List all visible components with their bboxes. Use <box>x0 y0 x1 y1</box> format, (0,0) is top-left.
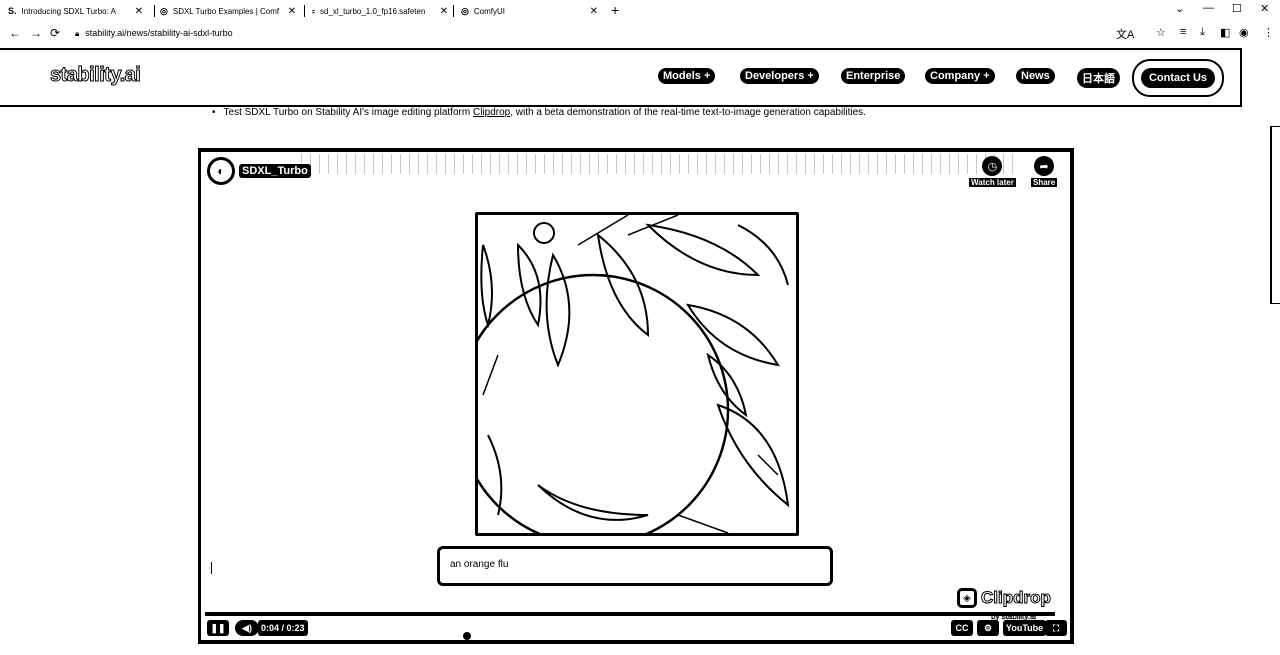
file-favicon-icon: ⸗ <box>312 6 315 16</box>
new-tab-icon[interactable]: + <box>611 2 619 18</box>
bullet-dot: • <box>212 107 216 118</box>
forward-icon[interactable]: → <box>30 26 42 40</box>
video-title-bar: ◐ SDXL_Turbo <box>207 157 311 185</box>
tab-close-icon[interactable]: ✕ <box>440 6 448 17</box>
url-field[interactable]: 🔒︎ stability.ai/news/stability-ai-sdxl-tu… <box>75 28 233 39</box>
contact-us-button[interactable]: Contact Us <box>1132 59 1224 97</box>
close-window-icon[interactable]: ✕ <box>1260 2 1269 15</box>
settings-gear-icon[interactable]: ⚙ <box>977 620 999 636</box>
nav-japanese[interactable]: 日本語 <box>1077 68 1120 88</box>
tab-close-icon[interactable]: ✕ <box>288 6 296 17</box>
stability-logo[interactable]: stability.ai <box>49 64 141 87</box>
browser-tab-1[interactable]: S. Introducing SDXL Turbo: A ✕ <box>8 3 143 19</box>
nav-label: News <box>1021 70 1050 82</box>
nav-company[interactable]: Company + <box>925 68 995 84</box>
text-cursor <box>211 562 212 574</box>
globe-favicon-icon: ◎ <box>461 5 469 16</box>
side-panel-icon[interactable]: ◧ <box>1220 26 1230 39</box>
minimize-icon[interactable]: — <box>1203 2 1214 14</box>
bullet-text: , with a beta demonstration of the real-… <box>510 107 866 118</box>
nav-label: Enterprise <box>846 70 901 82</box>
reload-icon[interactable]: ⟳ <box>50 26 60 40</box>
share-label: Share <box>1031 178 1058 187</box>
plus-icon: + <box>807 70 814 82</box>
time-display: 0:04 / 0:23 <box>258 620 308 636</box>
clipdrop-logo-icon: ◈ <box>957 588 977 608</box>
nav-label: Developers <box>745 70 805 82</box>
maximize-icon[interactable]: ☐ <box>1232 2 1242 15</box>
orange-illustration <box>478 215 796 533</box>
contact-label: Contact Us <box>1140 68 1216 88</box>
tab-title: ComfyUI <box>473 6 505 16</box>
plus-icon: + <box>703 70 711 82</box>
tab-title: SDXL Turbo Examples | Comf <box>172 6 280 16</box>
address-bar: ← → ⟳ 🔒︎ stability.ai/news/stability-ai-s… <box>0 23 1280 45</box>
tab-divider <box>304 5 305 17</box>
globe-favicon-icon: ◎ <box>160 5 168 16</box>
article-bullet: • Test SDXL Turbo on Stability AI's image… <box>212 107 866 118</box>
browser-tab-4[interactable]: ◎ ComfyUI ✕ <box>461 3 598 19</box>
bookmark-star-icon[interactable]: ☆ <box>1156 26 1166 39</box>
nav-news[interactable]: News <box>1016 68 1055 84</box>
translate-icon[interactable]: 文A <box>1116 26 1134 42</box>
share-button[interactable]: ➦ Share <box>1031 156 1058 187</box>
back-icon[interactable]: ← <box>9 26 21 40</box>
tab-divider <box>154 5 155 17</box>
watch-later-button[interactable]: ◷ Watch later <box>969 156 1016 187</box>
plus-icon: + <box>983 70 990 82</box>
video-title[interactable]: SDXL_Turbo <box>239 164 311 178</box>
browser-tab-bar: S. Introducing SDXL Turbo: A ✕ ◎ SDXL Tu… <box>0 0 1280 22</box>
reading-list-icon[interactable]: ≡ <box>1180 26 1186 38</box>
nav-label: 日本語 <box>1082 73 1115 85</box>
video-progress-bar[interactable] <box>205 612 1055 616</box>
fullscreen-icon[interactable]: ⛶ <box>1045 620 1067 636</box>
site-header: stability.ai Models + Developers + Enter… <box>0 48 1242 107</box>
nav-enterprise[interactable]: Enterprise <box>841 68 906 84</box>
watch-later-label: Watch later <box>969 178 1016 187</box>
volume-icon[interactable]: ◀) <box>235 620 259 636</box>
generated-image <box>475 212 799 536</box>
tab-search-icon[interactable]: ⌄ <box>1175 2 1184 15</box>
browser-tab-3[interactable]: ⸗ sd_xl_turbo_1.0_fp16.safeten ✕ <box>312 3 448 19</box>
downloads-icon[interactable]: ⤓ <box>1200 26 1205 39</box>
tab-close-icon[interactable]: ✕ <box>590 6 598 17</box>
tab-title: sd_xl_turbo_1.0_fp16.safeten <box>320 6 426 16</box>
clock-icon: ◷ <box>982 156 1003 176</box>
tab-close-icon[interactable]: ✕ <box>135 6 143 17</box>
prompt-input[interactable] <box>450 559 810 570</box>
tab-divider <box>453 5 454 17</box>
pause-icon[interactable]: ❚❚ <box>207 620 229 636</box>
youtube-logo[interactable]: YouTube <box>1003 620 1047 636</box>
video-controls: ❚❚ ◀) 0:04 / 0:23 CC ⚙ YouTube ⛶ <box>205 620 1067 638</box>
clipdrop-link[interactable]: Clipdrop <box>473 107 510 118</box>
page-scrollbar[interactable] <box>1270 126 1280 304</box>
profile-avatar-icon[interactable]: ◉ <box>1239 26 1249 39</box>
nav-label: Models <box>663 70 701 82</box>
nav-developers[interactable]: Developers + <box>740 68 819 84</box>
video-overlay-gradient <box>301 154 1021 174</box>
nav-models[interactable]: Models + <box>658 68 716 84</box>
video-player[interactable]: ◐ SDXL_Turbo ◷ Watch later ➦ Share an or… <box>198 148 1074 644</box>
browser-tab-2[interactable]: ◎ SDXL Turbo Examples | Comf ✕ <box>160 3 296 19</box>
nav-label: Company <box>930 70 981 82</box>
channel-avatar[interactable]: ◐ <box>207 157 235 185</box>
share-icon: ➦ <box>1034 156 1055 176</box>
clipdrop-brand: Clipdrop <box>981 588 1052 608</box>
prompt-input-box[interactable] <box>437 546 833 586</box>
lock-icon: 🔒︎ <box>75 29 80 38</box>
video-progress-fill <box>205 612 353 616</box>
url-text: stability.ai/news/stability-ai-sdxl-turb… <box>85 28 233 38</box>
stability-favicon-icon: S. <box>8 6 17 16</box>
bullet-text: Test SDXL Turbo on Stability AI's image … <box>223 107 473 118</box>
clipdrop-watermark: ◈ Clipdrop <box>957 588 1051 608</box>
captions-icon[interactable]: CC <box>951 620 973 636</box>
browser-menu-icon[interactable]: ⋮ <box>1263 26 1274 39</box>
tab-title: Introducing SDXL Turbo: A <box>21 6 116 16</box>
